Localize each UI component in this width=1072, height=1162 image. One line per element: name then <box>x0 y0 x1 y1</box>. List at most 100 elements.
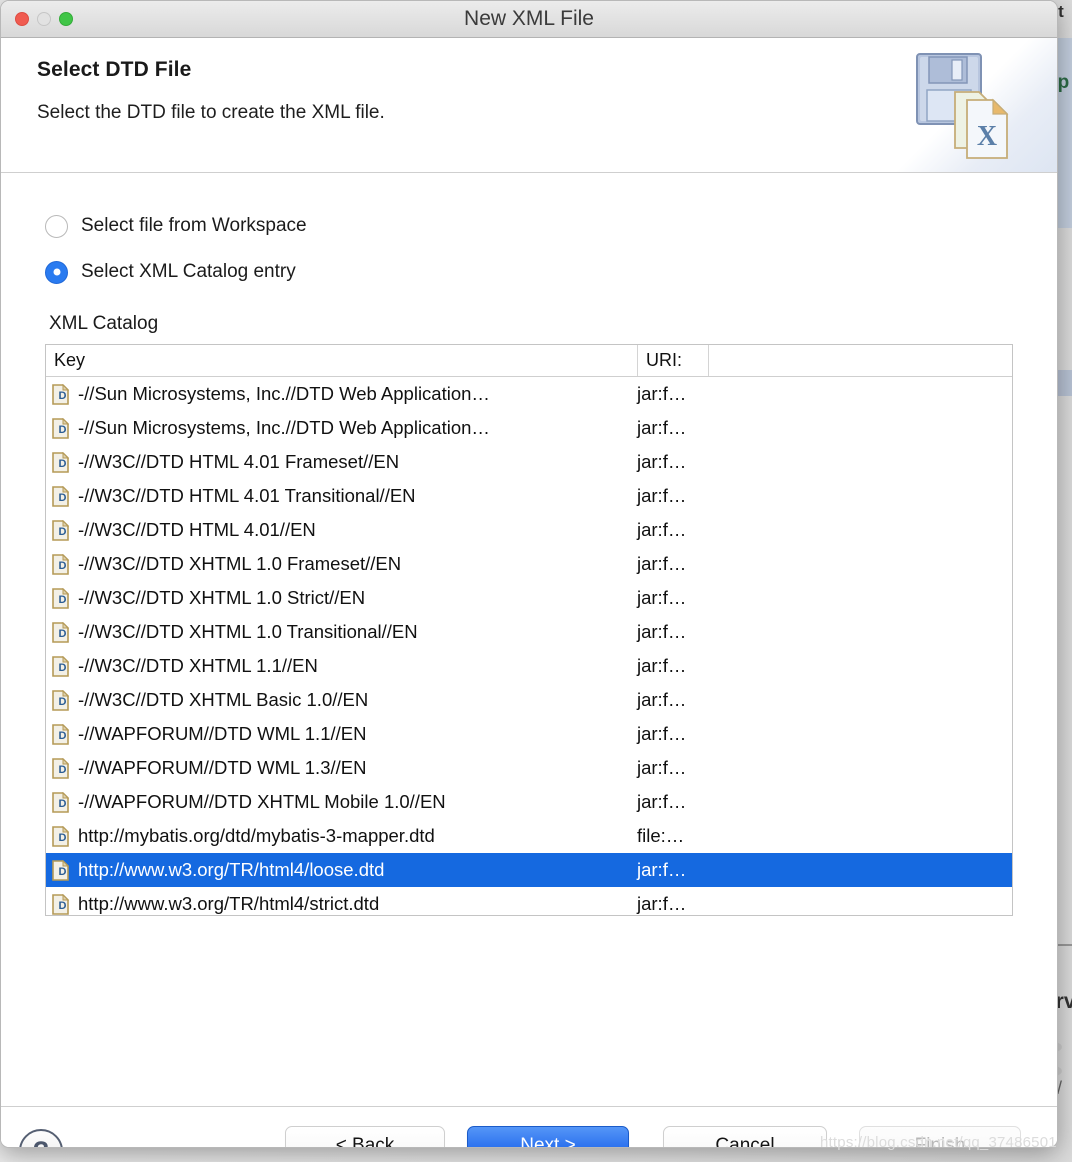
column-header-spacer <box>709 345 1012 376</box>
svg-text:D: D <box>59 900 67 912</box>
radio-option-catalog[interactable]: Select XML Catalog entry <box>45 257 1013 287</box>
cancel-button[interactable]: Cancel <box>663 1126 827 1147</box>
dtd-document-icon: D <box>52 587 69 609</box>
table-row[interactable]: D -//WAPFORUM//DTD WML 1.3//EN jar:f… <box>46 751 1012 785</box>
cell-uri: jar:f… <box>637 757 687 778</box>
table-row[interactable]: D -//WAPFORUM//DTD XHTML Mobile 1.0//EN ja… <box>46 785 1012 819</box>
cell-key: D -//W3C//DTD HTML 4.01 Frameset//EN <box>52 451 637 473</box>
table-row[interactable]: Dhttp://www.w3.org/TR/html4/strict.dtd ja… <box>46 887 1012 915</box>
svg-text:D: D <box>59 730 67 742</box>
cell-uri: jar:f… <box>637 383 687 404</box>
cell-key-text: -//W3C//DTD HTML 4.01 Transitional//EN <box>78 485 416 506</box>
table-row[interactable]: D -//W3C//DTD XHTML 1.0 Strict//EN jar:f… <box>46 581 1012 615</box>
table-row[interactable]: D -//Sun Microsystems, Inc.//DTD Web Appl… <box>46 377 1012 411</box>
table-row[interactable]: D -//Sun Microsystems, Inc.//DTD Web Appl… <box>46 411 1012 445</box>
cell-key: D -//W3C//DTD HTML 4.01 Transitional//EN <box>52 485 637 507</box>
cell-uri: jar:f… <box>637 655 687 676</box>
watermark-text: https://blog.csdn.net/qq_37486501 <box>820 1134 1057 1151</box>
cell-key: D -//WAPFORUM//DTD WML 1.1//EN <box>52 723 637 745</box>
radio-catalog-label: Select XML Catalog entry <box>81 261 296 282</box>
cell-uri: jar:f… <box>637 451 687 472</box>
svg-text:D: D <box>59 798 67 810</box>
next-button[interactable]: Next > <box>467 1126 629 1147</box>
dialog-titlebar[interactable]: New XML File <box>1 1 1057 38</box>
table-body: D -//Sun Microsystems, Inc.//DTD Web Appl… <box>46 377 1012 915</box>
table-row[interactable]: Dhttp://mybatis.org/dtd/mybatis-3-mapper… <box>46 819 1012 853</box>
dtd-document-icon: D <box>52 553 69 575</box>
cell-key-text: -//WAPFORUM//DTD WML 1.1//EN <box>78 723 367 744</box>
xml-catalog-table[interactable]: Key URI: D -//Sun Microsystems, Inc.//DTD… <box>45 344 1013 916</box>
cell-key: Dhttp://www.w3.org/TR/html4/loose.dtd <box>52 859 637 881</box>
cell-uri: jar:f… <box>637 485 687 506</box>
svg-text:D: D <box>59 424 67 436</box>
cell-key: Dhttp://mybatis.org/dtd/mybatis-3-mapper… <box>52 825 637 847</box>
cell-key: D -//W3C//DTD XHTML 1.0 Strict//EN <box>52 587 637 609</box>
zoom-button[interactable] <box>59 12 73 26</box>
cell-key: D -//Sun Microsystems, Inc.//DTD Web Appl… <box>52 417 637 439</box>
svg-text:D: D <box>59 662 67 674</box>
svg-text:D: D <box>59 458 67 470</box>
dtd-document-icon: D <box>52 655 69 677</box>
cell-key: Dhttp://www.w3.org/TR/html4/strict.dtd <box>52 893 637 915</box>
table-row[interactable]: D -//W3C//DTD HTML 4.01 Transitional//EN j… <box>46 479 1012 513</box>
table-header-row: Key URI: <box>46 345 1012 377</box>
radio-option-workspace[interactable]: Select file from Workspace <box>45 211 1013 241</box>
dtd-document-icon: D <box>52 723 69 745</box>
minimize-button[interactable] <box>37 12 51 26</box>
dtd-document-icon: D <box>52 621 69 643</box>
svg-text:D: D <box>59 492 67 504</box>
table-row[interactable]: D -//WAPFORUM//DTD WML 1.1//EN jar:f… <box>46 717 1012 751</box>
svg-text:X: X <box>977 121 997 152</box>
cell-key: D -//W3C//DTD XHTML 1.1//EN <box>52 655 637 677</box>
table-row[interactable]: D -//W3C//DTD XHTML 1.0 Frameset//EN jar:f… <box>46 547 1012 581</box>
cell-key: D -//WAPFORUM//DTD XHTML Mobile 1.0//EN <box>52 791 637 813</box>
cell-key-text: -//W3C//DTD XHTML 1.1//EN <box>78 655 318 676</box>
table-row[interactable]: Dhttp://www.w3.org/TR/html4/loose.dtd jar… <box>46 853 1012 887</box>
page-title: Select DTD File <box>37 58 192 81</box>
cell-uri: jar:f… <box>637 621 687 642</box>
back-button[interactable]: < Back <box>285 1126 445 1147</box>
new-xml-file-dialog: New XML File Select DTD File Select the … <box>0 0 1058 1148</box>
cell-key-text: -//Sun Microsystems, Inc.//DTD Web Appli… <box>78 383 490 404</box>
dtd-document-icon: D <box>52 757 69 779</box>
column-header-uri[interactable]: URI: <box>637 345 709 376</box>
help-icon[interactable]: ? <box>19 1129 63 1147</box>
table-row[interactable]: D -//W3C//DTD XHTML 1.1//EN jar:f… <box>46 649 1012 683</box>
cell-key-text: -//W3C//DTD XHTML 1.0 Strict//EN <box>78 587 366 608</box>
dtd-document-icon: D <box>52 689 69 711</box>
cell-uri: file:… <box>637 825 685 846</box>
floppy-disk-xml-icon: X <box>897 38 1057 172</box>
cell-key-text: -//W3C//DTD XHTML 1.0 Frameset//EN <box>78 553 402 574</box>
dtd-document-icon: D <box>52 859 69 881</box>
svg-text:D: D <box>59 390 67 402</box>
table-row[interactable]: D -//W3C//DTD XHTML Basic 1.0//EN jar:f… <box>46 683 1012 717</box>
dtd-document-icon: D <box>52 791 69 813</box>
column-header-key[interactable]: Key <box>46 345 637 376</box>
radio-workspace-indicator[interactable] <box>45 214 68 238</box>
table-row[interactable]: D -//W3C//DTD HTML 4.01 Frameset//EN jar:f… <box>46 445 1012 479</box>
cell-key-text: http://www.w3.org/TR/html4/loose.dtd <box>78 859 385 880</box>
cell-key-text: http://www.w3.org/TR/html4/strict.dtd <box>78 893 380 914</box>
dtd-document-icon: D <box>52 383 69 405</box>
dtd-document-icon: D <box>52 519 69 541</box>
svg-text:D: D <box>59 866 67 878</box>
cell-key: D -//Sun Microsystems, Inc.//DTD Web Appl… <box>52 383 637 405</box>
cell-uri: jar:f… <box>637 689 687 710</box>
table-row[interactable]: D -//W3C//DTD HTML 4.01//EN jar:f… <box>46 513 1012 547</box>
cell-key-text: -//W3C//DTD HTML 4.01 Frameset//EN <box>78 451 400 472</box>
cell-uri: jar:f… <box>637 417 687 438</box>
close-button[interactable] <box>15 12 29 26</box>
cell-key: D -//W3C//DTD XHTML Basic 1.0//EN <box>52 689 637 711</box>
dialog-body: Select file from Workspace Select XML Ca… <box>1 211 1057 1107</box>
svg-text:D: D <box>59 696 67 708</box>
svg-text:D: D <box>59 832 67 844</box>
table-row[interactable]: D -//W3C//DTD XHTML 1.0 Transitional//EN j… <box>46 615 1012 649</box>
cell-key-text: -//W3C//DTD HTML 4.01//EN <box>78 519 316 540</box>
window-controls <box>15 12 73 26</box>
dtd-document-icon: D <box>52 893 69 915</box>
cell-uri: jar:f… <box>637 553 687 574</box>
cell-key-text: http://mybatis.org/dtd/mybatis-3-mapper.… <box>78 825 435 846</box>
cell-uri: jar:f… <box>637 519 687 540</box>
svg-text:D: D <box>59 764 67 776</box>
radio-catalog-indicator[interactable] <box>45 260 68 284</box>
